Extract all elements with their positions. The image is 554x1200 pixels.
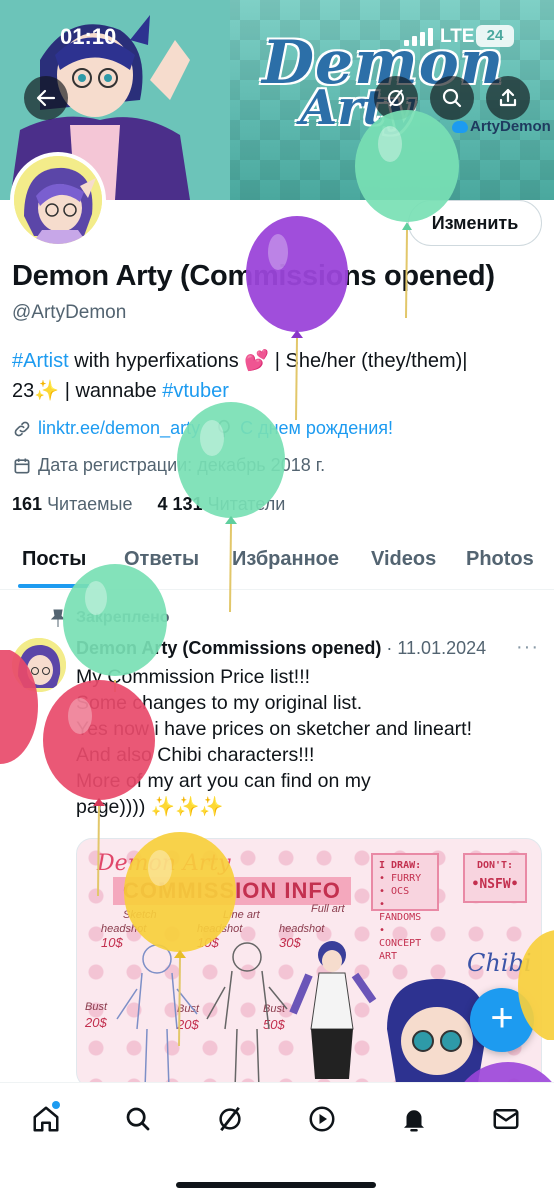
- search-icon: [126, 1107, 150, 1131]
- tweet-line: Some changes to my original list.: [76, 692, 363, 714]
- nav-home[interactable]: [26, 1099, 66, 1139]
- calendar-icon: [14, 458, 30, 473]
- profile-joined: Дата регистрации: декабрь 2018 г.: [12, 455, 325, 476]
- media-label: headshot: [279, 923, 325, 935]
- tweet-author[interactable]: Demon Arty (Commissions opened): [76, 638, 381, 658]
- birthday-text[interactable]: С днем рождения!: [240, 418, 393, 439]
- banner-handle: ArtyDemon: [452, 118, 551, 135]
- following-link[interactable]: 161 Читаемые: [12, 494, 133, 514]
- share-icon: [499, 88, 517, 107]
- tweet-line: And also Chibi characters!!!: [76, 744, 315, 766]
- avatar-image: [14, 156, 102, 244]
- bell-icon: [404, 1110, 424, 1132]
- tweet-line: More of my art you can find on my: [76, 770, 371, 792]
- tweet-text: My Commission Price list!!! Some changes…: [76, 664, 546, 820]
- follow-stats: 161 Читаемые 4 131 Читатели: [12, 494, 285, 515]
- tweet-line: Yes now i have prices on sketcher and li…: [76, 718, 473, 740]
- pinned-label: Закреплено: [76, 609, 170, 626]
- tweet-media-image[interactable]: Demon Arty COMMISSION INFO I DRAW: • FUR…: [76, 838, 542, 1088]
- media-label: Line art: [223, 909, 260, 921]
- profile-link[interactable]: linktr.ee/demon_arty: [38, 418, 200, 439]
- media-i-draw-box: I DRAW: • FURRY • OCS • FANDOMS • CONCEP…: [371, 853, 439, 962]
- edit-profile-button[interactable]: Изменить: [408, 200, 542, 246]
- grok-button[interactable]: [374, 76, 418, 120]
- mail-icon: [493, 1109, 519, 1129]
- pin-icon: [50, 609, 66, 627]
- media-logo: Demon Arty: [97, 851, 231, 876]
- tweet-header: Demon Arty (Commissions opened) · 11.01.…: [76, 638, 486, 659]
- tweet-avatar-image: [12, 638, 66, 692]
- grok-icon: [219, 1106, 241, 1132]
- tweet-avatar[interactable]: [12, 638, 66, 692]
- unread-dot: [52, 1101, 60, 1109]
- nav-grok[interactable]: [210, 1099, 250, 1139]
- signal-icon: [404, 28, 434, 46]
- followers-link[interactable]: 4 131 Читатели: [158, 494, 286, 514]
- hashtag-artist[interactable]: #Artist: [12, 350, 69, 372]
- arrow-left-icon: [36, 89, 56, 107]
- profile-bio: #Artist with hyperfixations 💕 | She/her …: [12, 346, 542, 406]
- link-icon: [14, 421, 30, 436]
- nav-video[interactable]: [302, 1099, 342, 1139]
- media-label: Sketch: [123, 909, 157, 921]
- bio-text-2: 23✨ | wannabe: [12, 380, 163, 402]
- compose-post-button[interactable]: +: [470, 988, 534, 1052]
- active-tab-indicator: [18, 584, 90, 588]
- profile-handle: @ArtyDemon: [12, 302, 127, 323]
- tweet-line: page)))) ✨✨✨: [76, 796, 224, 818]
- search-icon: [442, 88, 462, 108]
- back-button[interactable]: [24, 76, 68, 120]
- tab-posts[interactable]: Посты: [22, 548, 86, 571]
- media-character-sketches: [116, 941, 377, 1087]
- nav-messages[interactable]: [486, 1099, 526, 1139]
- joined-text: Дата регистрации: декабрь 2018 г.: [38, 455, 326, 475]
- home-indicator: [176, 1182, 376, 1188]
- bird-icon: [452, 121, 468, 134]
- tab-likes[interactable]: Избранное: [232, 548, 339, 571]
- media-label: headshot: [101, 923, 147, 935]
- profile-meta-links: linktr.ee/demon_arty С днем рождения!: [12, 418, 393, 439]
- media-label: headshot: [197, 923, 243, 935]
- tab-replies[interactable]: Ответы: [124, 548, 199, 571]
- battery-icon: 24: [476, 25, 514, 47]
- search-button[interactable]: [430, 76, 474, 120]
- profile-avatar[interactable]: [10, 152, 106, 248]
- display-name: Demon Arty (Commissions opened): [12, 260, 495, 292]
- profile-tabs: Посты Ответы Избранное Videos Photos: [0, 534, 554, 590]
- media-heading: COMMISSION INFO: [113, 877, 351, 905]
- grok-icon: [388, 89, 404, 107]
- nav-search[interactable]: [118, 1099, 158, 1139]
- bio-text-1: with hyperfixations 💕 | She/her (they/th…: [68, 350, 468, 372]
- balloon-icon: [218, 419, 230, 437]
- media-label: Full art: [311, 903, 345, 915]
- status-time: 01:10: [60, 24, 117, 49]
- tweet-line: My Commission Price list!!!: [76, 666, 311, 688]
- hashtag-vtuber[interactable]: #vtuber: [162, 380, 229, 402]
- media-dont-box: DON'T: •NSFW•: [463, 853, 527, 903]
- tab-photos[interactable]: Photos: [466, 548, 534, 571]
- more-options-icon[interactable]: ···: [516, 636, 539, 659]
- share-button[interactable]: [486, 76, 530, 120]
- tab-videos[interactable]: Videos: [371, 548, 436, 571]
- nav-notifications[interactable]: [394, 1099, 434, 1139]
- play-icon: [309, 1106, 335, 1132]
- network-type: LTE: [440, 26, 475, 47]
- tweet-date[interactable]: · 11.01.2024: [381, 638, 486, 658]
